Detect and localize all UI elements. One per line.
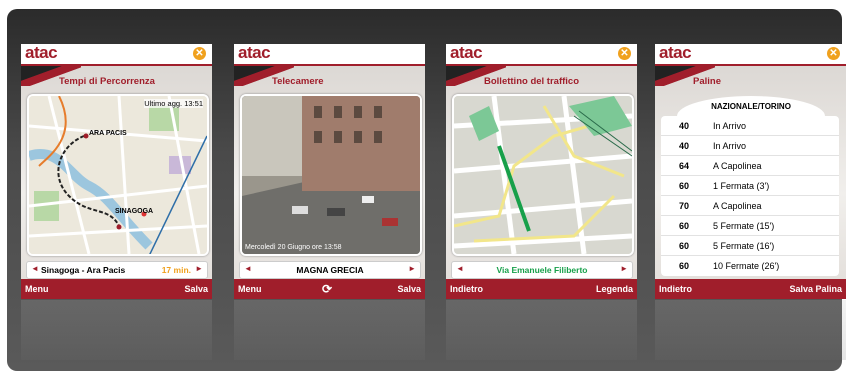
brand-logo: atac — [238, 44, 271, 62]
arrival-info: 10 Fermate (26') — [713, 261, 780, 271]
line-number: 60 — [679, 181, 690, 191]
close-icon[interactable]: ✕ — [193, 47, 206, 60]
next-arrow-icon[interactable]: ► — [195, 264, 203, 273]
route-map[interactable]: Ultimo agg. 13:51 ARA PACIS SINAGOGA — [27, 94, 209, 256]
footer-bar: Indietro Legenda — [446, 279, 637, 299]
screen-title: Bollettino del traffico — [484, 76, 579, 87]
screen-body: Tempi di Percorrenza Ultimo agg. 13:51 A… — [21, 66, 212, 279]
screen-body: Paline NAZIONALE/TORINO 40 In Arrivo 40 … — [655, 66, 846, 279]
arrival-info: In Arrivo — [713, 141, 747, 151]
screen-body: Telecamere Mercoledì 20 Giugno ore 13:58… — [234, 66, 425, 279]
menu-button[interactable]: Menu — [25, 284, 49, 294]
screen-title: Paline — [693, 76, 721, 87]
line-number: 40 — [679, 121, 690, 131]
footer-bar: Menu ⟳ Salva — [234, 279, 425, 299]
back-button[interactable]: Indietro — [450, 284, 483, 294]
refresh-icon[interactable]: ⟳ — [322, 282, 332, 296]
back-button[interactable]: Indietro — [659, 284, 692, 294]
arrival-row[interactable]: 60 5 Fermate (16') — [661, 236, 839, 256]
footer-bar: Indietro Salva Palina — [655, 279, 846, 299]
close-icon[interactable]: ✕ — [827, 47, 840, 60]
close-icon[interactable]: ✕ — [618, 47, 631, 60]
street-selector[interactable]: ◄ Via Emanuele Filiberto ► — [451, 261, 633, 279]
save-stop-button[interactable]: Salva Palina — [789, 284, 842, 294]
arrival-row[interactable]: 64 A Capolinea — [661, 156, 839, 176]
top-bar: atac ✕ — [446, 44, 637, 66]
line-number: 40 — [679, 141, 690, 151]
line-number: 60 — [679, 241, 690, 251]
screen-telecamere: atac Telecamere Mercoledì 20 Giugno ore … — [234, 44, 425, 299]
legend-button[interactable]: Legenda — [596, 284, 633, 294]
route-selector[interactable]: ◄ Sinagoga - Ara Pacis 17 min. ► — [26, 261, 208, 279]
last-update: Ultimo agg. 13:51 — [144, 99, 203, 108]
reflection — [655, 300, 846, 360]
line-number: 60 — [679, 221, 690, 231]
arrival-info: 5 Fermate (15') — [713, 221, 775, 231]
arrival-row[interactable]: 70 A Capolinea — [661, 196, 839, 216]
line-number: 64 — [679, 161, 690, 171]
camera-view[interactable]: Mercoledì 20 Giugno ore 13:58 — [240, 94, 422, 256]
arrival-info: A Capolinea — [713, 201, 762, 211]
line-number: 60 — [679, 261, 690, 271]
stage: atac ✕ Tempi di Percorrenza Ultimo agg. … — [0, 0, 849, 375]
top-bar: atac ✕ — [21, 44, 212, 66]
map-label-sinagoga: SINAGOGA — [115, 208, 154, 215]
reflection — [234, 300, 425, 360]
screen-title: Tempi di Percorrenza — [59, 76, 155, 87]
arrivals-list: 40 In Arrivo 40 In Arrivo 64 A Capolinea… — [661, 116, 839, 276]
prev-arrow-icon[interactable]: ◄ — [31, 264, 39, 273]
route-duration: 17 min. — [161, 265, 191, 275]
camera-location: MAGNA GRECIA — [296, 265, 364, 275]
traffic-map[interactable] — [452, 94, 634, 256]
camera-selector[interactable]: ◄ MAGNA GRECIA ► — [239, 261, 421, 279]
arrival-row[interactable]: 60 5 Fermate (15') — [661, 216, 839, 236]
route-name: Sinagoga - Ara Pacis — [41, 265, 126, 275]
stop-name: NAZIONALE/TORINO — [677, 96, 825, 116]
screen-tempi-percorrenza: atac ✕ Tempi di Percorrenza Ultimo agg. … — [21, 44, 212, 299]
screen-bollettino-traffico: atac ✕ Bollettino del traffico ◄ Via Ema… — [446, 44, 637, 299]
arrival-row[interactable]: 60 10 Fermate (26') — [661, 256, 839, 275]
arrival-info: 5 Fermate (16') — [713, 241, 775, 251]
reflection — [446, 300, 637, 360]
footer-bar: Menu Salva — [21, 279, 212, 299]
top-bar: atac — [234, 44, 425, 66]
arrival-info: In Arrivo — [713, 121, 747, 131]
next-arrow-icon[interactable]: ► — [408, 264, 416, 273]
arrival-row[interactable]: 40 In Arrivo — [661, 136, 839, 156]
top-bar: atac ✕ — [655, 44, 846, 66]
brand-logo: atac — [450, 44, 483, 62]
map-graphic — [29, 96, 207, 254]
menu-button[interactable]: Menu — [238, 284, 262, 294]
arrival-row[interactable]: 60 1 Fermata (3') — [661, 176, 839, 196]
brand-logo: atac — [25, 44, 58, 62]
screen-body: Bollettino del traffico ◄ Via Emanuele F… — [446, 66, 637, 279]
street-name: Via Emanuele Filiberto — [496, 265, 588, 275]
brand-logo: atac — [659, 44, 692, 62]
line-number: 70 — [679, 201, 690, 211]
camera-timestamp: Mercoledì 20 Giugno ore 13:58 — [245, 244, 342, 251]
save-button[interactable]: Salva — [397, 284, 421, 294]
screen-title: Telecamere — [272, 76, 324, 87]
arrival-info: A Capolinea — [713, 161, 762, 171]
screen-paline: atac ✕ Paline NAZIONALE/TORINO 40 In Arr… — [655, 44, 846, 299]
arrival-row[interactable]: 40 In Arrivo — [661, 116, 839, 136]
camera-image — [242, 96, 420, 254]
save-button[interactable]: Salva — [184, 284, 208, 294]
arrival-info: 1 Fermata (3') — [713, 181, 770, 191]
traffic-map-graphic — [454, 96, 632, 254]
reflection — [21, 300, 212, 360]
next-arrow-icon[interactable]: ► — [620, 264, 628, 273]
map-label-ara-pacis: ARA PACIS — [89, 130, 127, 137]
